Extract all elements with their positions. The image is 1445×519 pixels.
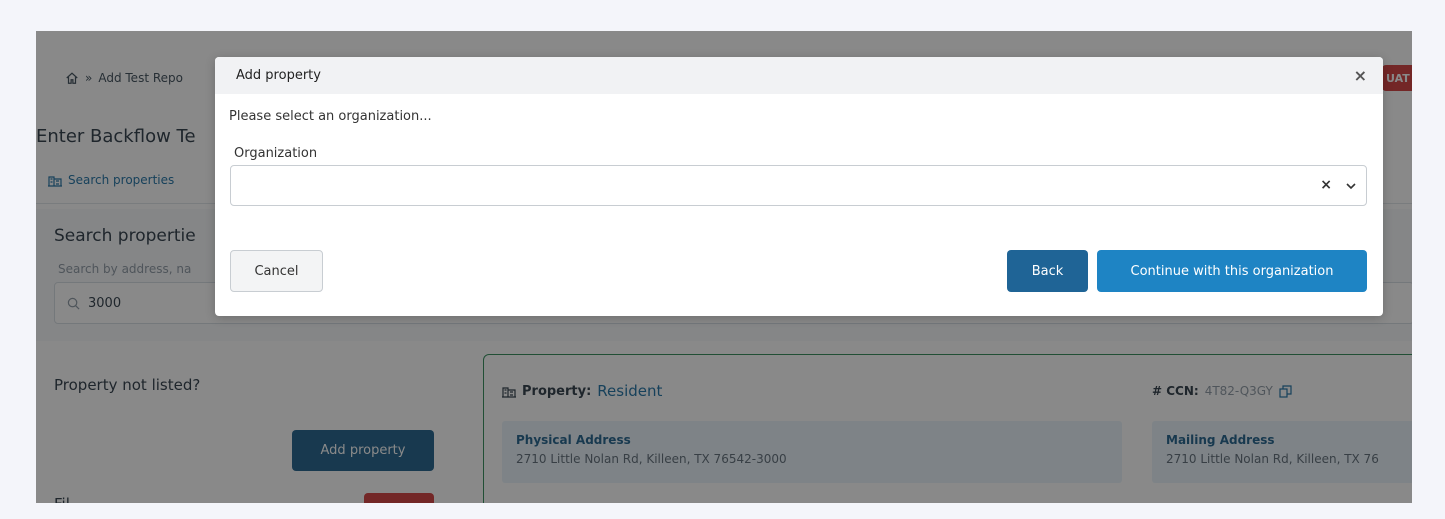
organization-label: Organization — [234, 146, 318, 161]
close-icon[interactable]: × — [1354, 66, 1367, 85]
back-button[interactable]: Back — [1007, 250, 1088, 292]
chevron-down-icon[interactable] — [1345, 180, 1357, 192]
cancel-button[interactable]: Cancel — [230, 250, 323, 292]
modal-header: Add property × — [215, 57, 1383, 94]
clear-icon[interactable]: × — [1320, 177, 1332, 193]
add-property-modal: Add property × Please select an organiza… — [215, 57, 1383, 316]
modal-prompt: Please select an organization... — [229, 109, 432, 124]
organization-select[interactable]: × — [230, 165, 1367, 206]
continue-button[interactable]: Continue with this organization — [1097, 250, 1367, 292]
modal-title: Add property — [236, 68, 321, 83]
